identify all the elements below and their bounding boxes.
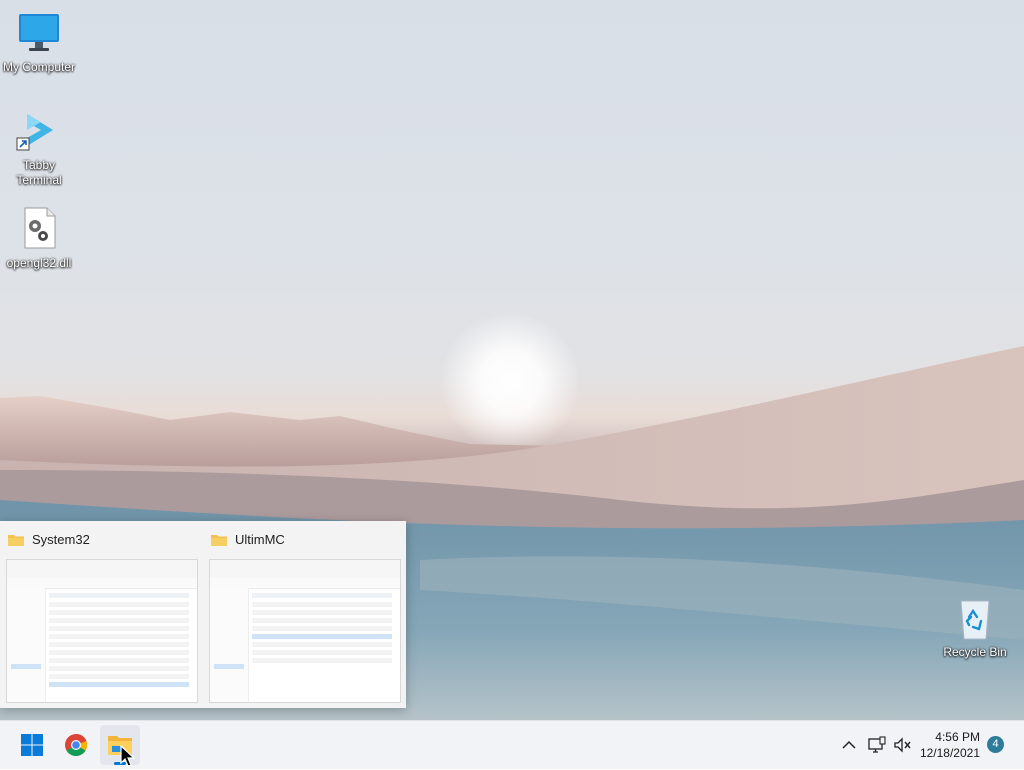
desktop-icon-label: opengl32.dll	[6, 256, 72, 270]
desktop-icon-recycle-bin[interactable]: Recycle Bin	[936, 595, 1014, 660]
chevron-up-icon[interactable]	[838, 734, 860, 756]
tabby-terminal-icon	[15, 108, 63, 156]
preview-window-title: System32	[32, 532, 90, 547]
clock[interactable]: 4:56 PM 12/18/2021	[910, 729, 980, 761]
preview-window-title: UltimMC	[235, 532, 285, 547]
windows-start-icon	[21, 734, 43, 756]
taskbar-preview-panel: System32 UltimMC	[0, 521, 406, 708]
recycle-bin-icon	[951, 595, 999, 643]
desktop-icon-label: Recycle Bin	[943, 645, 1007, 659]
notification-badge[interactable]: 4	[987, 736, 1004, 753]
mouse-cursor-icon	[120, 745, 136, 767]
network-icon[interactable]	[866, 734, 888, 756]
folder-icon	[211, 535, 227, 546]
preview-thumbnail	[6, 559, 198, 703]
desktop-icon-opengl32-dll[interactable]: opengl32.dll	[0, 206, 78, 271]
desktop-icon-label: Tabby Terminal	[16, 158, 62, 187]
dll-file-icon	[15, 206, 63, 254]
chrome-icon	[65, 733, 88, 756]
start-button[interactable]	[12, 725, 52, 765]
preview-window-system32[interactable]: System32	[0, 521, 203, 708]
clock-time: 4:56 PM	[935, 730, 980, 744]
file-explorer-taskbar-button[interactable]	[100, 725, 140, 767]
taskbar: 4:56 PM 12/18/2021 4	[0, 720, 1024, 769]
desktop-icon-tabby-terminal[interactable]: Tabby Terminal	[0, 108, 78, 188]
desktop-icon-my-computer[interactable]: My Computer	[0, 10, 78, 75]
clock-date: 12/18/2021	[919, 746, 980, 760]
chrome-taskbar-button[interactable]	[56, 725, 96, 765]
monitor-icon	[15, 10, 63, 58]
preview-thumbnail	[209, 559, 401, 703]
preview-window-ultimmc[interactable]: UltimMC	[203, 521, 406, 708]
folder-icon	[8, 535, 24, 546]
desktop-icon-label: My Computer	[2, 60, 76, 74]
